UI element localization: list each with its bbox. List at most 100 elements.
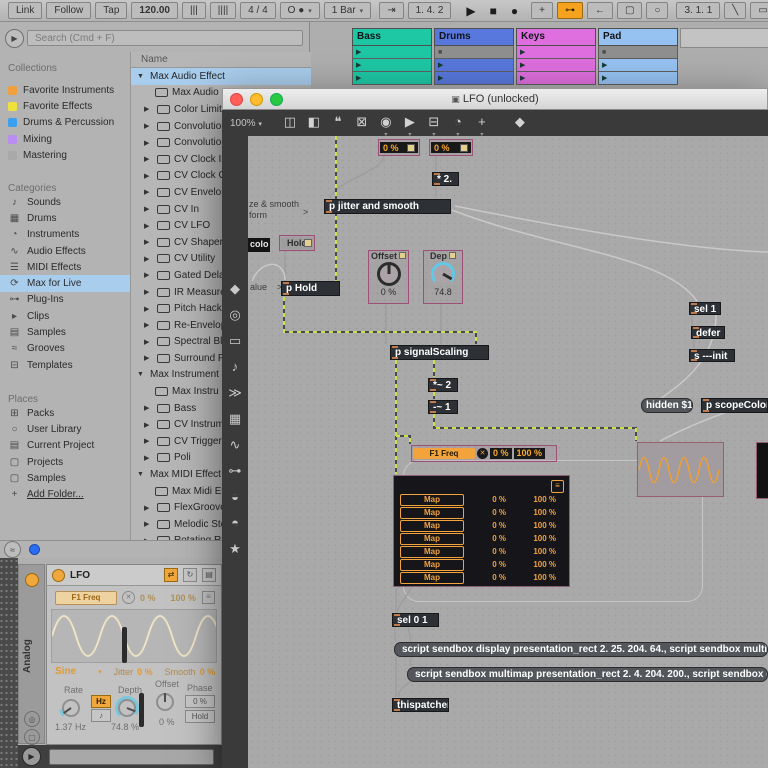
mapping-menu-icon[interactable]: ≡: [202, 591, 215, 604]
panel-menu-icon[interactable]: ≡: [551, 480, 564, 493]
sidebar-item-place[interactable]: ▤ Current Project: [0, 438, 130, 454]
map-min-value[interactable]: 0 %: [464, 534, 506, 543]
attachment-icon[interactable]: ∿: [230, 438, 241, 452]
paint-bucket-icon[interactable]: ◆: [508, 110, 532, 136]
object-p-hold[interactable]: p Hold: [281, 281, 340, 296]
clear-mapping-icon[interactable]: ✕: [122, 591, 135, 604]
map-min-value[interactable]: 0 %: [464, 508, 506, 517]
map-max-value[interactable]: 100 %: [506, 521, 556, 530]
record-arm-icon[interactable]: ▢: [24, 729, 40, 745]
dial-icon[interactable]: ◔▾: [446, 110, 470, 136]
map-button[interactable]: Map: [400, 559, 464, 571]
track-header[interactable]: Pad: [598, 28, 678, 46]
beap-icon[interactable]: ◓: [231, 516, 239, 530]
minimize-icon[interactable]: [250, 93, 263, 106]
playbar-icon[interactable]: ▶▾: [398, 110, 422, 136]
plug-icon[interactable]: ⊶: [229, 464, 242, 478]
loop-start-field[interactable]: 3. 1. 1: [676, 2, 720, 19]
quantization-menu[interactable]: 1 Bar▾: [324, 2, 371, 19]
sidebar-item-category[interactable]: ▦ Drums: [0, 210, 130, 226]
sidebar-item-collection[interactable]: Mastering: [0, 147, 130, 163]
record-button[interactable]: ●: [506, 4, 523, 18]
sidebar-item-category[interactable]: ◔ Instruments: [0, 227, 130, 243]
expand-arrow-icon[interactable]: ▶: [144, 271, 153, 279]
map-min-value[interactable]: 0 %: [140, 593, 156, 603]
sidebar-item-category[interactable]: ▤ Samples: [0, 324, 130, 340]
console-icon[interactable]: ▭: [229, 334, 241, 348]
help-indicator-icon[interactable]: [29, 544, 40, 555]
map-min-value[interactable]: 0 %: [464, 521, 506, 530]
maximize-icon[interactable]: [270, 93, 283, 106]
sidebar-item-category[interactable]: ☰ MIDI Effects: [0, 259, 130, 275]
comment-icon[interactable]: ❝: [326, 110, 350, 136]
groove-pool-button[interactable]: ≈: [4, 541, 21, 558]
stop-button[interactable]: ■: [485, 4, 502, 18]
hold-toggle[interactable]: Hold: [279, 235, 315, 251]
message-script-1[interactable]: script sendbox display presentation_rect…: [394, 642, 768, 657]
track-header[interactable]: Bass: [352, 28, 432, 46]
message-script-2[interactable]: script sendbox multimap presentation_rec…: [407, 667, 768, 682]
object-thispatcher[interactable]: thispatcher: [392, 698, 449, 712]
draw-mode-button[interactable]: ╲: [724, 2, 746, 19]
smooth-numbox[interactable]: 0 %: [429, 139, 473, 156]
loop-toggle-button[interactable]: ○: [646, 2, 668, 19]
map-min-value[interactable]: 0 %: [464, 547, 506, 556]
tap-tempo-button[interactable]: Tap: [95, 2, 127, 19]
expand-arrow-icon[interactable]: ▶: [144, 421, 153, 429]
object-box-icon[interactable]: ◫: [278, 110, 302, 136]
offset-dial[interactable]: [377, 262, 401, 286]
expand-arrow-icon[interactable]: ▶: [144, 454, 153, 462]
device-on-led[interactable]: [52, 569, 65, 582]
map-button[interactable]: Map: [400, 520, 464, 532]
map-button[interactable]: Map: [400, 494, 464, 506]
map-target-button[interactable]: F1 Freq: [55, 591, 117, 605]
clip-slot[interactable]: [516, 72, 596, 85]
sidebar-item-collection[interactable]: Mixing: [0, 131, 130, 147]
map-button[interactable]: Map: [400, 546, 464, 558]
follow-tempo-button[interactable]: Follow: [46, 2, 91, 19]
object-mult-two[interactable]: * 2.: [432, 172, 459, 186]
nudge-down-button[interactable]: |||: [182, 2, 206, 19]
expand-arrow-icon[interactable]: ▼: [137, 371, 146, 378]
expand-arrow-icon[interactable]: ▶: [144, 238, 153, 246]
message-hidden[interactable]: hidden $1: [641, 398, 693, 413]
search-input[interactable]: Search (Cmd + F): [27, 30, 303, 46]
vizzie-icon[interactable]: ◒: [231, 490, 239, 504]
sidebar-item-place[interactable]: ▢ Projects: [0, 454, 130, 470]
map-min-value[interactable]: 0 %: [464, 573, 506, 582]
favorites-star-icon[interactable]: ★: [229, 542, 241, 556]
hot-swap-icon[interactable]: ⇄: [164, 568, 178, 582]
depth-dial[interactable]: [431, 262, 455, 286]
expand-arrow-icon[interactable]: ▶: [144, 288, 153, 296]
expand-arrow-icon[interactable]: ▼: [137, 73, 146, 80]
clip-slot[interactable]: [352, 46, 432, 59]
depth-value[interactable]: 74.8 %: [111, 722, 139, 732]
sidebar-item-category[interactable]: ♪ Sounds: [0, 194, 130, 210]
capture-button[interactable]: ▭: [750, 2, 768, 19]
expand-arrow-icon[interactable]: ▶: [144, 404, 153, 412]
browser-play-icon[interactable]: ▶: [5, 29, 24, 48]
object-p-jitter-and-smooth[interactable]: p jitter and smooth: [324, 199, 451, 214]
clear-mapping-icon[interactable]: ✕: [477, 448, 488, 459]
scopecolor-object-partial[interactable]: colo: [248, 238, 270, 252]
clip-slot[interactable]: [516, 59, 596, 72]
track-header[interactable]: Drums: [434, 28, 514, 46]
sidebar-item-category[interactable]: ▸ Clips: [0, 308, 130, 324]
expand-arrow-icon[interactable]: ▶: [144, 172, 153, 180]
close-icon[interactable]: [230, 93, 243, 106]
zoom-level-menu[interactable]: 100% ▾: [230, 118, 262, 129]
expand-arrow-icon[interactable]: ▶: [144, 437, 153, 445]
window-title-bar[interactable]: ▣ LFO (unlocked): [222, 88, 768, 110]
clip-slot[interactable]: [434, 46, 514, 59]
package-cube-icon[interactable]: ◆: [230, 282, 240, 296]
arrangement-position-field[interactable]: 1. 4. 2: [408, 2, 452, 19]
jitter-value[interactable]: 0 %: [137, 667, 153, 677]
clip-slot[interactable]: [434, 72, 514, 85]
map-max-value[interactable]: 100 %: [506, 508, 556, 517]
object-defer[interactable]: defer: [691, 326, 725, 339]
sync-mode-button[interactable]: ♪: [91, 709, 111, 722]
clip-slot[interactable]: [598, 59, 678, 72]
offset-dial-panel[interactable]: Offset 0 %: [368, 250, 409, 304]
map-max-value[interactable]: 100 %: [506, 547, 556, 556]
back-to-arrangement-button[interactable]: ←: [587, 2, 613, 19]
